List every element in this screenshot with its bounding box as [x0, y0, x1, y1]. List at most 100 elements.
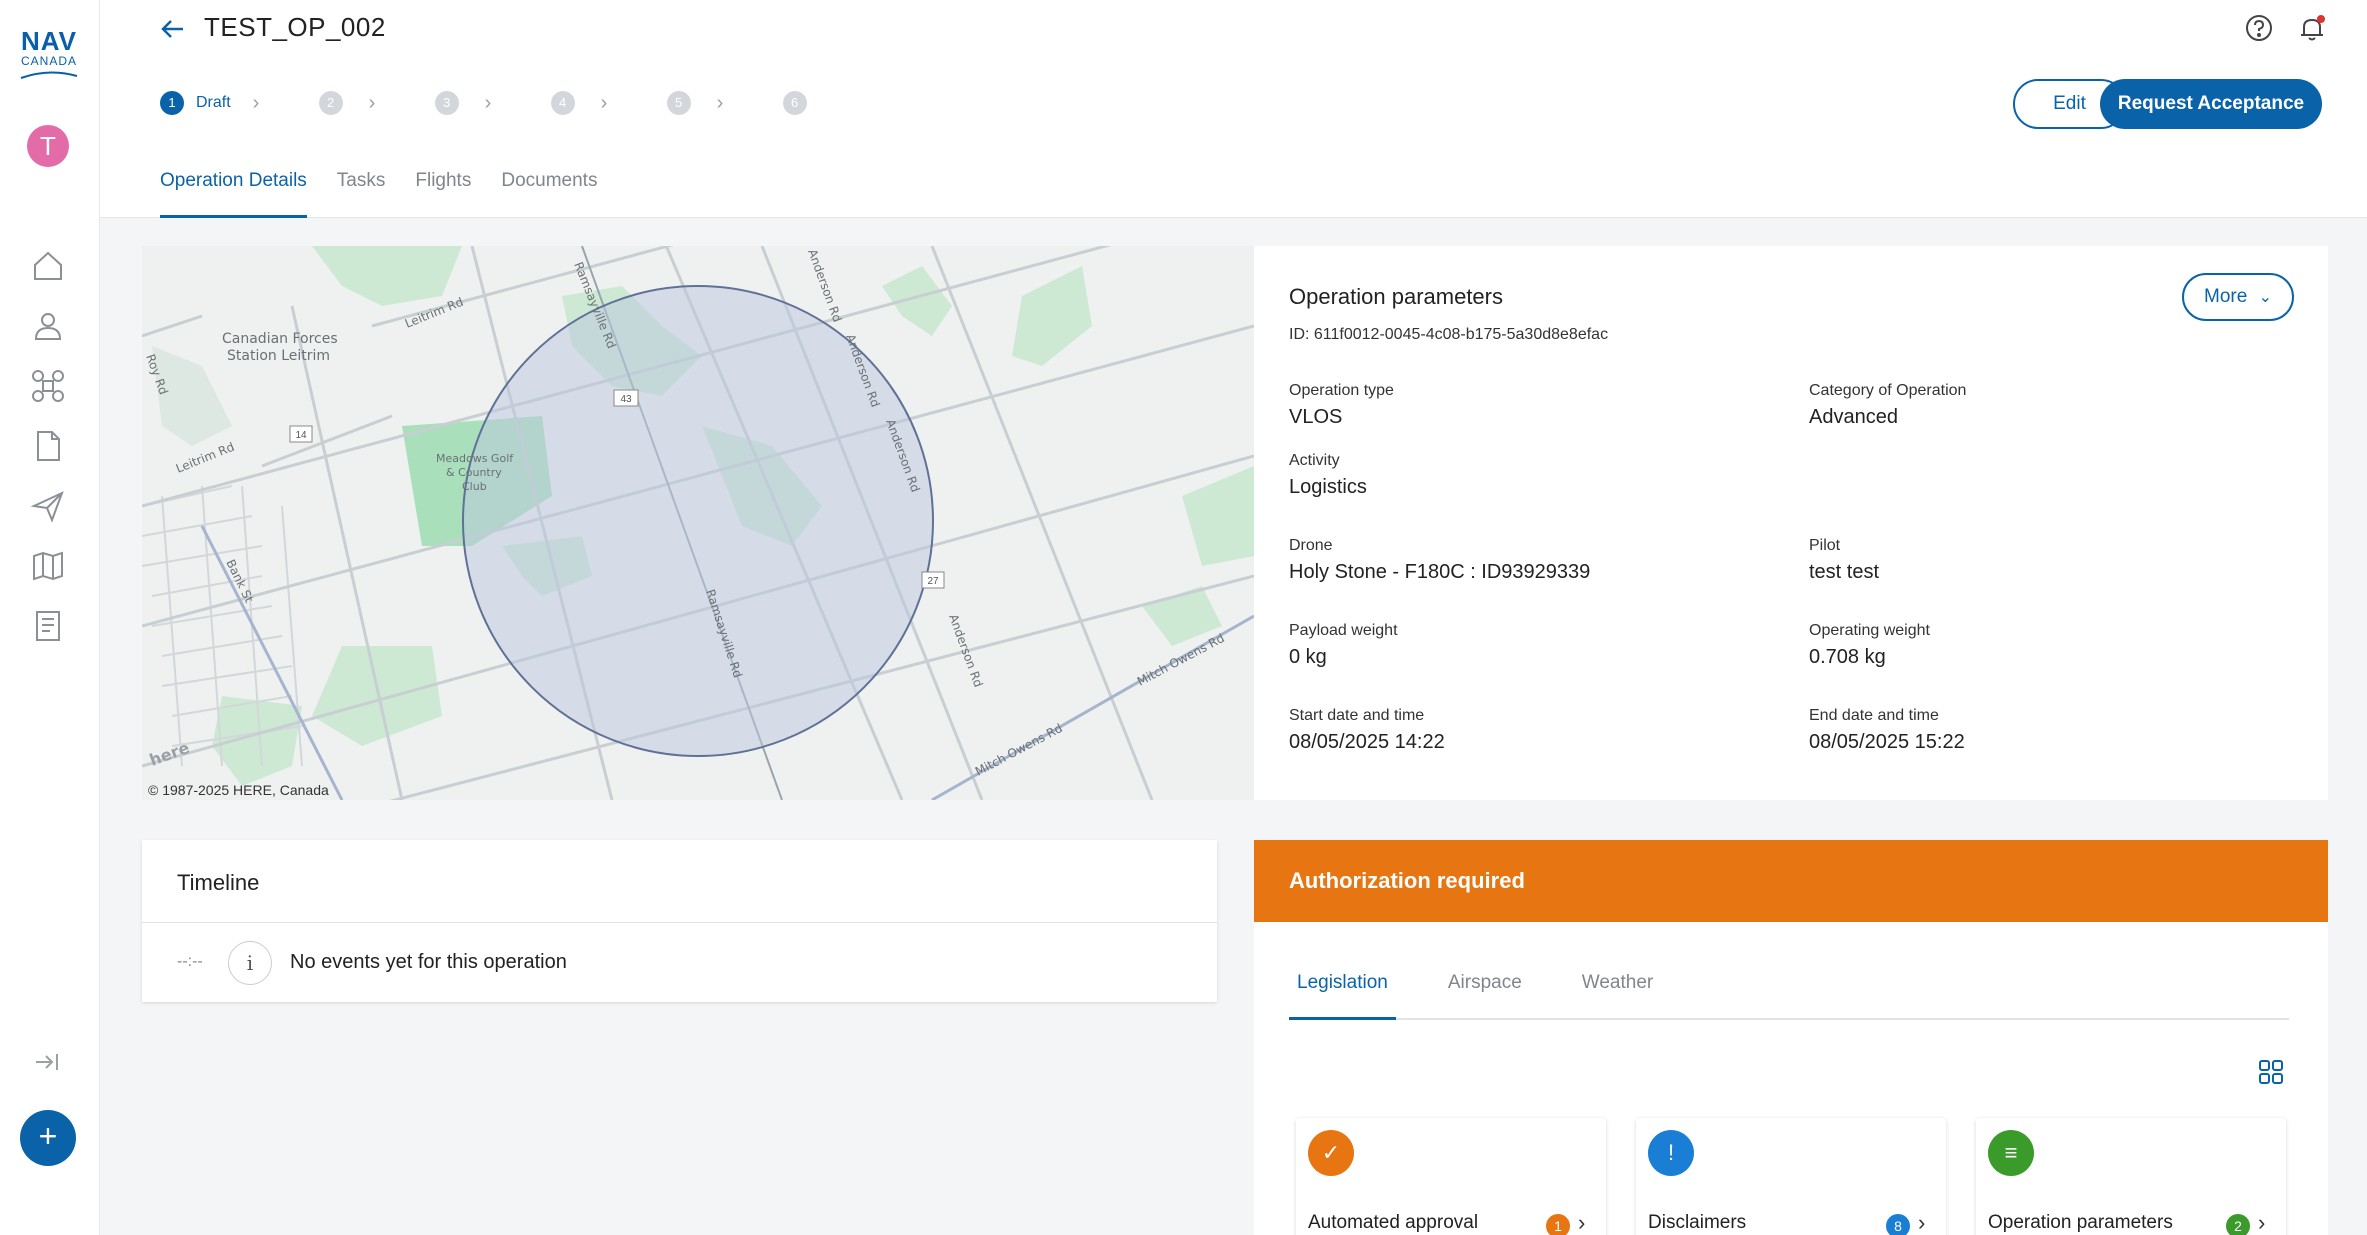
avatar[interactable]: T [27, 125, 69, 167]
field-label: Drone [1289, 537, 1333, 554]
logbook-icon[interactable] [30, 608, 66, 644]
field-label: End date and time [1809, 707, 1939, 724]
tile-label: Operation parameters [1988, 1212, 2173, 1233]
field-operation-type: Operation type VLOS [1289, 382, 1394, 429]
chevron-right-icon: › [1578, 1210, 1586, 1235]
logo-subtext: CANADA [20, 54, 77, 68]
logo-text: NAV [21, 26, 77, 56]
request-acceptance-button[interactable]: Request Acceptance [2100, 79, 2322, 129]
field-start-datetime: Start date and time 08/05/2025 14:22 [1289, 707, 1445, 754]
field-label: Payload weight [1289, 622, 1398, 639]
event-time: --:-- [177, 953, 203, 970]
notification-bell-icon[interactable] [2296, 12, 2328, 44]
sliders-icon: ≡ [1988, 1130, 2034, 1176]
detail-tabs: Operation Details Tasks Flights Document… [160, 166, 627, 218]
map-copyright: © 1987-2025 HERE, Canada [148, 782, 329, 798]
field-value: test test [1809, 561, 1880, 583]
sidebar: NAV CANADA T + [0, 0, 100, 1235]
card-title: Timeline [177, 870, 260, 895]
step-3[interactable]: 3 › [434, 91, 523, 115]
step-number: 1 [160, 91, 184, 115]
timeline-card: Timeline --:-- i No events yet for this … [142, 840, 1217, 1002]
authorization-card: Authorization required Legislation Airsp… [1254, 840, 2328, 1235]
map-label-station-2: Station Leitrim [227, 348, 330, 364]
step-2[interactable]: 2 › [318, 91, 407, 115]
field-value: 08/05/2025 14:22 [1289, 731, 1445, 753]
map-label-golf-2: & Country [446, 466, 502, 479]
exclamation-icon: ! [1648, 1130, 1694, 1176]
step-4[interactable]: 4 › [550, 91, 639, 115]
page-title: TEST_OP_002 [204, 12, 386, 42]
more-label: More [2204, 286, 2248, 307]
map-label-golf-3: Club [462, 480, 487, 493]
help-icon[interactable] [2244, 13, 2274, 43]
map-label-station: Canadian Forces [222, 331, 338, 347]
route-27-label: 27 [927, 576, 939, 587]
tab-documents[interactable]: Documents [501, 166, 597, 218]
step-number: 5 [666, 91, 691, 115]
card-title: Operation parameters [1289, 284, 1503, 309]
field-value: 0 kg [1289, 646, 1327, 668]
step-1[interactable]: 1 Draft › [160, 91, 291, 115]
more-button[interactable]: More ⌄ [2182, 273, 2294, 321]
tile-automated-approval[interactable]: ✓ Automated approval 1 › [1296, 1118, 1606, 1235]
operation-map[interactable]: 14 43 27 Canadian Forces Station Leitrim… [142, 246, 1254, 800]
step-6[interactable]: 6 [782, 91, 807, 115]
chevron-right-icon: › [716, 91, 724, 114]
tab-airspace[interactable]: Airspace [1440, 960, 1530, 1020]
map-label-golf-1: Meadows Golf [436, 452, 514, 465]
grid-view-icon[interactable] [2257, 1058, 2285, 1086]
field-label: Activity [1289, 452, 1340, 469]
tile-operation-parameters[interactable]: ≡ Operation parameters 2 › [1976, 1118, 2286, 1235]
field-label: Pilot [1809, 537, 1841, 554]
drone-icon[interactable] [30, 368, 66, 404]
back-arrow-icon[interactable] [158, 14, 188, 44]
tile-disclaimers[interactable]: ! Disclaimers 8 › [1636, 1118, 1946, 1235]
step-number: 6 [782, 91, 807, 115]
field-value: Logistics [1289, 476, 1367, 498]
home-icon[interactable] [30, 248, 66, 284]
create-operation-button[interactable]: + [20, 1110, 76, 1166]
step-number: 3 [434, 91, 459, 115]
step-number: 4 [550, 91, 575, 115]
document-icon[interactable] [30, 428, 66, 464]
authorization-banner: Authorization required [1254, 840, 2328, 922]
field-value: 0.708 kg [1809, 646, 1886, 668]
field-label: Start date and time [1289, 707, 1425, 724]
field-value: Advanced [1809, 406, 1898, 428]
field-operating-weight: Operating weight 0.708 kg [1809, 622, 1930, 669]
user-icon[interactable] [30, 308, 66, 344]
operation-id: ID: 611f0012-0045-4c08-b175-5a30d8e8efac [1289, 326, 1609, 343]
tile-label: Disclaimers [1648, 1212, 1747, 1233]
send-icon[interactable] [30, 488, 66, 524]
field-label: Operating weight [1809, 622, 1930, 639]
map-icon[interactable] [30, 548, 66, 584]
tab-legislation[interactable]: Legislation [1289, 960, 1396, 1020]
tab-flights[interactable]: Flights [415, 166, 471, 218]
step-label: Draft [196, 94, 231, 111]
expand-sidebar-icon[interactable] [32, 1048, 62, 1076]
tile-label: Automated approval [1308, 1212, 1479, 1233]
field-label: Category of Operation [1809, 382, 1967, 399]
chevron-down-icon: ⌄ [2258, 289, 2272, 306]
chevron-right-icon: › [1918, 1210, 1926, 1235]
step-5[interactable]: 5 › [666, 91, 755, 115]
authorization-tabs: Legislation Airspace Weather [1289, 960, 2289, 1020]
chevron-right-icon: › [484, 91, 492, 114]
field-end-datetime: End date and time 08/05/2025 15:22 [1809, 707, 1965, 754]
step-number: 2 [318, 91, 343, 115]
count-badge: 8 [1886, 1214, 1910, 1235]
tab-tasks[interactable]: Tasks [337, 166, 386, 218]
nav-canada-logo[interactable]: NAV CANADA [14, 28, 84, 80]
status-stepper: 1 Draft › 2 › 3 › 4 › 5 › 6 [160, 90, 835, 116]
field-payload-weight: Payload weight 0 kg [1289, 622, 1398, 669]
info-icon: i [228, 941, 272, 985]
chevron-right-icon: › [2258, 1210, 2266, 1235]
tab-operation-details[interactable]: Operation Details [160, 166, 307, 218]
logo-swoosh-icon [20, 71, 78, 79]
handshake-icon: ✓ [1308, 1130, 1354, 1176]
tab-weather[interactable]: Weather [1574, 960, 1661, 1020]
route-14-label: 14 [295, 430, 307, 441]
field-drone: Drone Holy Stone - F180C : ID93929339 [1289, 537, 1590, 584]
chevron-right-icon: › [600, 91, 608, 114]
